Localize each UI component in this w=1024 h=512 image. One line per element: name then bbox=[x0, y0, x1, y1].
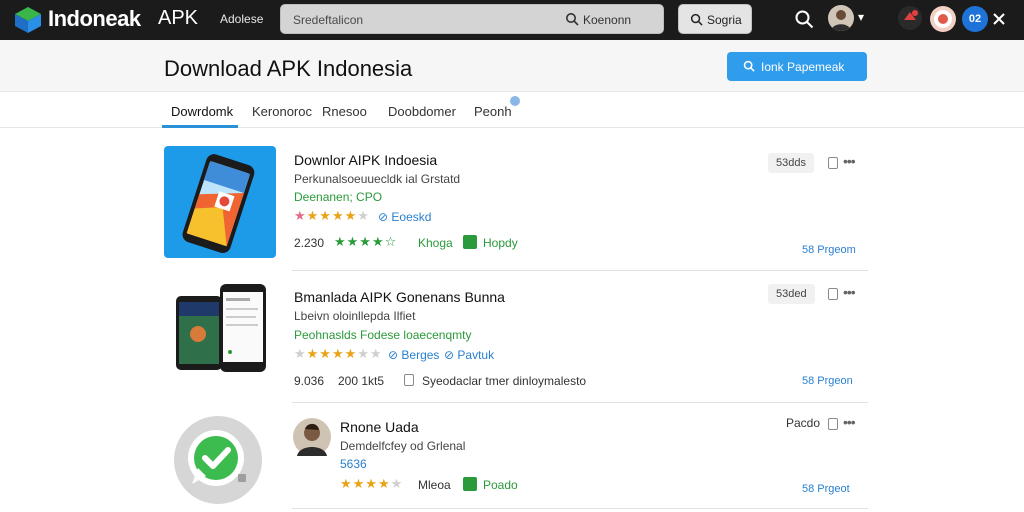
search-icon[interactable] bbox=[794, 9, 814, 29]
tag-label-2[interactable]: Hopdy bbox=[483, 236, 518, 250]
app-image-phones[interactable] bbox=[176, 282, 268, 374]
rating-stars-green: ★★★★☆ bbox=[334, 234, 398, 249]
close-icon[interactable] bbox=[992, 6, 1006, 30]
rating-link-text: Berges bbox=[401, 348, 440, 362]
primary-button-label: Ionk Papemeak bbox=[761, 60, 845, 74]
app-title[interactable]: Bmanlada AIPK Gonenans Bunna bbox=[294, 289, 505, 305]
row-divider bbox=[292, 270, 868, 271]
tab-bar: Dowrdomk Keronoroc Rnesoo Doobdomer Peon… bbox=[0, 92, 1024, 128]
app-subtitle: Demdelfcfey od Grlenal bbox=[340, 439, 466, 453]
rating-link[interactable]: ⊘ Eoeskd bbox=[378, 210, 431, 224]
tag-label-2[interactable]: Poado bbox=[483, 478, 518, 492]
whatsapp-app-icon[interactable] bbox=[172, 414, 264, 506]
page-header: Download APK Indonesia Ionk Papemeak bbox=[0, 40, 1024, 92]
app-category[interactable]: 5636 bbox=[340, 457, 367, 471]
rating-link-text: Eoeskd bbox=[391, 210, 432, 224]
chevron-down-icon[interactable]: ▾ bbox=[858, 10, 864, 24]
rating-link-secondary[interactable]: ⊘ Pavtuk bbox=[444, 348, 494, 362]
avatar-image bbox=[828, 5, 854, 31]
app-description: Syeodaclar tmer dinloymalesto bbox=[422, 374, 587, 388]
tag-label[interactable]: Mleoa bbox=[418, 478, 451, 492]
profile-icon[interactable] bbox=[930, 6, 956, 32]
app-link[interactable]: 58 Prgeon bbox=[802, 375, 853, 387]
tab-second[interactable]: Keronoroc bbox=[252, 104, 312, 119]
top-navigation-bar: Indoneak APK Adolese Sredeftalicon Koeno… bbox=[0, 0, 1024, 40]
search-icon bbox=[566, 13, 579, 26]
page-title: Download APK Indonesia bbox=[164, 56, 413, 81]
description-icon bbox=[404, 374, 414, 386]
profile-glyph bbox=[934, 10, 952, 28]
tab-fifth[interactable]: Peonh bbox=[474, 104, 512, 119]
author-avatar[interactable] bbox=[293, 418, 331, 456]
copy-icon[interactable] bbox=[828, 157, 838, 169]
search-icon bbox=[743, 60, 755, 72]
rating-stars: ★★★★★★★ bbox=[294, 346, 383, 361]
app-subtitle: Perkunalsoeuuecldk ial Grstatd bbox=[294, 172, 461, 186]
brand-name[interactable]: Indoneak bbox=[48, 6, 141, 32]
copy-icon[interactable] bbox=[828, 418, 838, 430]
more-options-icon[interactable]: ••• bbox=[843, 414, 856, 430]
rating-stars: ★★★★★ bbox=[340, 476, 404, 491]
user-avatar[interactable] bbox=[828, 5, 854, 31]
notification-glyph bbox=[904, 10, 918, 20]
app-category[interactable]: Peohnaslds Fodese loaecenqmty bbox=[294, 328, 471, 342]
tag-label[interactable]: Khoga bbox=[418, 236, 453, 250]
app-meta: 200 1kt5 bbox=[338, 374, 385, 388]
tab-third[interactable]: Rnesoo bbox=[322, 104, 367, 119]
search-placeholder: Sredeftalicon bbox=[293, 13, 364, 27]
search-hint: Koenonn bbox=[583, 13, 632, 27]
size-label: Pacdo bbox=[786, 416, 821, 430]
search-button[interactable]: Sogria bbox=[678, 4, 752, 34]
app-title[interactable]: Downlor AIPK Indoesia bbox=[294, 152, 437, 168]
tab-badge-dot bbox=[510, 96, 520, 106]
more-options-icon[interactable]: ••• bbox=[843, 284, 856, 300]
download-count: 2.230 bbox=[294, 236, 325, 250]
rating-link[interactable]: ⊘ Berges bbox=[388, 348, 439, 362]
search-input[interactable]: Sredeftalicon Koenonn bbox=[280, 4, 664, 34]
app-link[interactable]: 58 Prgeot bbox=[802, 483, 850, 495]
rating-stars: ★★★★★★ bbox=[294, 208, 370, 223]
app-title[interactable]: Rnone Uada bbox=[340, 419, 419, 435]
app-badge-icon[interactable]: 02 bbox=[962, 6, 988, 32]
app-link[interactable]: 58 Prgeom bbox=[802, 244, 856, 256]
tag-check-icon bbox=[463, 477, 477, 491]
tab-downloads[interactable]: Dowrdomk bbox=[171, 104, 233, 119]
copy-icon[interactable] bbox=[828, 288, 838, 300]
size-chip: 53ded bbox=[768, 284, 815, 304]
active-tab-indicator bbox=[162, 125, 238, 128]
tab-fourth[interactable]: Doobdomer bbox=[388, 104, 456, 119]
app-category[interactable]: Deenanen; CPO bbox=[294, 190, 382, 204]
logo-cube-icon[interactable] bbox=[14, 6, 42, 34]
notification-icon[interactable] bbox=[898, 6, 922, 30]
brand-suffix[interactable]: APK bbox=[158, 7, 198, 30]
app-subtitle: Lbeivn oloinllepda Ilfiet bbox=[294, 309, 416, 323]
nav-link[interactable]: Adolese bbox=[220, 12, 263, 26]
search-button-label: Sogria bbox=[707, 13, 742, 27]
row-divider bbox=[292, 508, 868, 509]
tag-check-icon bbox=[463, 235, 477, 249]
primary-search-button[interactable]: Ionk Papemeak bbox=[727, 52, 867, 81]
app-icon-phone[interactable] bbox=[164, 146, 276, 258]
search-icon bbox=[690, 13, 703, 26]
download-count: 9.036 bbox=[294, 374, 325, 388]
row-divider bbox=[292, 402, 868, 403]
rating-link-text-2: Pavtuk bbox=[457, 348, 495, 362]
more-options-icon[interactable]: ••• bbox=[843, 153, 856, 169]
size-chip: 53dds bbox=[768, 153, 814, 173]
